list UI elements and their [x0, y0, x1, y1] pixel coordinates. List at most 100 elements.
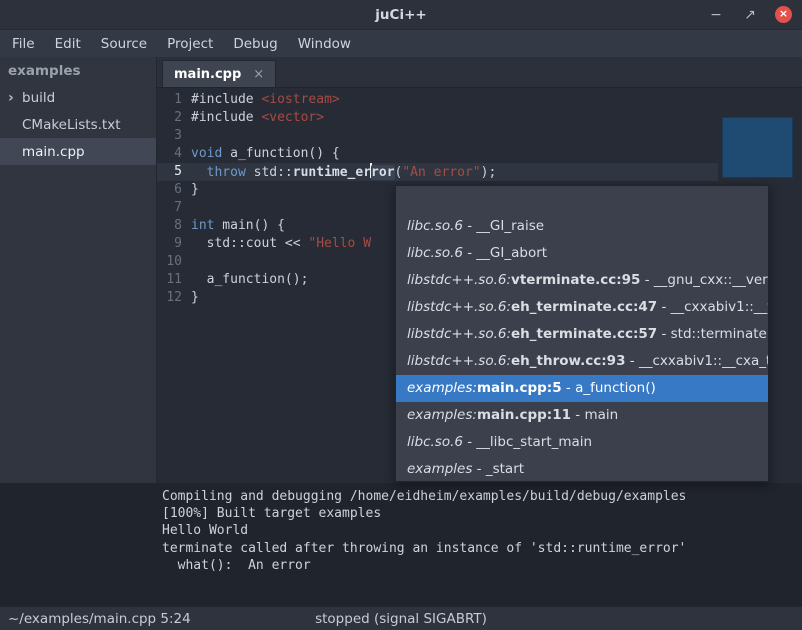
tree-item-label: build	[22, 90, 55, 106]
terminal-line: [100%] Built target examples	[162, 505, 798, 522]
code-segment: a_function() {	[222, 146, 339, 161]
window-controls: − ↗ ×	[707, 0, 792, 29]
popup-row-prefix: libc.so.6	[407, 245, 463, 261]
titlebar: juCi++ − ↗ ×	[0, 0, 802, 30]
statusbar: stopped (signal SIGABRT) ~/examples/main…	[0, 606, 802, 630]
popup-row-file: vterminate.cc:95	[511, 272, 640, 288]
popup-row-prefix: examples:	[407, 407, 477, 423]
popup-row-prefix: libc.so.6	[407, 434, 463, 450]
popup-row-prefix: examples	[407, 461, 472, 477]
close-icon[interactable]: ×	[775, 6, 792, 23]
sidebar-file-tree: examples ›buildCMakeLists.txtmain.cpp	[0, 57, 157, 483]
popup-row[interactable]: libc.so.6 - __GI_abort	[396, 240, 768, 267]
popup-row[interactable]: examples:main.cpp:11 - main	[396, 402, 768, 429]
popup-row-prefix: libc.so.6	[407, 218, 463, 234]
popup-row-text: - __GI_abort	[463, 245, 547, 261]
string-literal: <vector>	[261, 110, 324, 125]
code-segment: std::	[246, 165, 293, 180]
menu-item-source[interactable]: Source	[91, 32, 157, 56]
menu-item-debug[interactable]: Debug	[223, 32, 287, 56]
code-segment	[191, 165, 207, 180]
tree-item-label: main.cpp	[22, 144, 85, 160]
popup-row-text: - __gnu_cxx::__verbos	[640, 272, 768, 288]
menu-item-edit[interactable]: Edit	[45, 32, 91, 56]
popup-row-text: - __cxxabiv1::__cxa_thro	[625, 353, 768, 369]
tree-item-build[interactable]: ›build	[0, 84, 156, 111]
terminal-output: Compiling and debugging /home/eidheim/ex…	[0, 483, 802, 606]
popup-row-text: - main	[571, 407, 618, 423]
menu-item-project[interactable]: Project	[157, 32, 223, 56]
string-literal: <iostream>	[261, 92, 339, 107]
popup-row-prefix: libstdc++.so.6:	[407, 299, 511, 315]
popup-row-file: eh_throw.cc:93	[511, 353, 625, 369]
code-segment: std::cout <<	[191, 236, 308, 251]
code-segment: #include	[191, 110, 261, 125]
tree-item-cmakelists-txt[interactable]: CMakeLists.txt	[0, 111, 156, 138]
popup-row[interactable]: libc.so.6 - __libc_start_main	[396, 429, 768, 456]
window-title: juCi++	[375, 7, 426, 23]
popup-row[interactable]: libstdc++.so.6:eh_terminate.cc:57 - std:…	[396, 321, 768, 348]
tree-item-main-cpp[interactable]: main.cpp	[0, 138, 156, 165]
line-number: 4	[157, 145, 191, 163]
popup-row-prefix: examples:	[407, 380, 477, 396]
line-number: 8	[157, 217, 191, 235]
code-segment: }	[191, 182, 199, 197]
code-segment: #include	[191, 92, 261, 107]
code-line[interactable]	[191, 127, 496, 145]
code-line[interactable]: throw std::runtime_error("An error");	[191, 163, 496, 181]
popup-row[interactable]: libstdc++.so.6:vterminate.cc:95 - __gnu_…	[396, 267, 768, 294]
string-literal: "An error"	[402, 165, 480, 180]
code-segment: a_function();	[191, 272, 308, 287]
menu-item-file[interactable]: File	[2, 32, 45, 56]
tab-main-cpp[interactable]: main.cpp ×	[162, 60, 276, 87]
line-number: 9	[157, 235, 191, 253]
code-line[interactable]: #include <iostream>	[191, 91, 496, 109]
popup-row[interactable]: examples:main.cpp:5 - a_function()	[396, 375, 768, 402]
popup-row[interactable]: examples - _start	[396, 456, 768, 482]
status-file-position: ~/examples/main.cpp 5:24	[0, 611, 191, 627]
code-segment: );	[481, 165, 497, 180]
popup-row-file: eh_terminate.cc:57	[511, 326, 657, 342]
tab-label: main.cpp	[174, 67, 241, 82]
code-line[interactable]: void a_function() {	[191, 145, 496, 163]
code-segment: throw	[207, 165, 246, 180]
file-tree: ›buildCMakeLists.txt main.cpp	[0, 84, 156, 165]
popup-row[interactable]: libstdc++.so.6:eh_throw.cc:93 - __cxxabi…	[396, 348, 768, 375]
popup-row-prefix: libstdc++.so.6:	[407, 326, 511, 342]
popup-row-text: - __cxxabiv1::__term	[657, 299, 768, 315]
popup-row-prefix: libstdc++.so.6:	[407, 353, 511, 369]
menu-item-window[interactable]: Window	[288, 32, 361, 56]
popup-row-text: - __libc_start_main	[463, 434, 592, 450]
terminal-line: what(): An error	[162, 557, 798, 574]
line-number-gutter: 123456789101112	[157, 91, 191, 307]
popup-row[interactable]: libc.so.6 - __GI_raise	[396, 213, 768, 240]
popup-row-text: - _start	[472, 461, 524, 477]
popup-row-text: - __GI_raise	[463, 218, 544, 234]
line-number: 1	[157, 91, 191, 109]
terminal-line: terminate called after throwing an insta…	[162, 540, 798, 557]
line-number: 5	[157, 163, 191, 181]
popup-row-file: main.cpp:5	[477, 380, 562, 396]
terminal-line: Hello World	[162, 522, 798, 539]
popup-row-text: - std::terminate()	[657, 326, 768, 342]
tab-close-icon[interactable]: ×	[253, 67, 264, 82]
line-number: 6	[157, 181, 191, 199]
code-line[interactable]: #include <vector>	[191, 109, 496, 127]
code-segment: int	[191, 218, 214, 233]
popup-row-file: eh_terminate.cc:47	[511, 299, 657, 315]
editor-pane: main.cpp × 123456789101112 #include <ios…	[157, 57, 802, 483]
line-number: 7	[157, 199, 191, 217]
popup-row[interactable]: libstdc++.so.6:eh_terminate.cc:47 - __cx…	[396, 294, 768, 321]
popup-row[interactable]	[396, 186, 768, 213]
code-segment: runtime_er	[293, 165, 371, 180]
tooltip-box	[722, 117, 793, 178]
maximize-icon[interactable]: ↗	[741, 7, 759, 23]
line-number: 2	[157, 109, 191, 127]
minimize-icon[interactable]: −	[707, 7, 725, 23]
line-number: 11	[157, 271, 191, 289]
popup-row-file: main.cpp:11	[477, 407, 571, 423]
popup-row-prefix: libstdc++.so.6:	[407, 272, 511, 288]
code-segment: main() {	[214, 218, 284, 233]
code-segment: }	[191, 290, 199, 305]
code-segment: void	[191, 146, 222, 161]
